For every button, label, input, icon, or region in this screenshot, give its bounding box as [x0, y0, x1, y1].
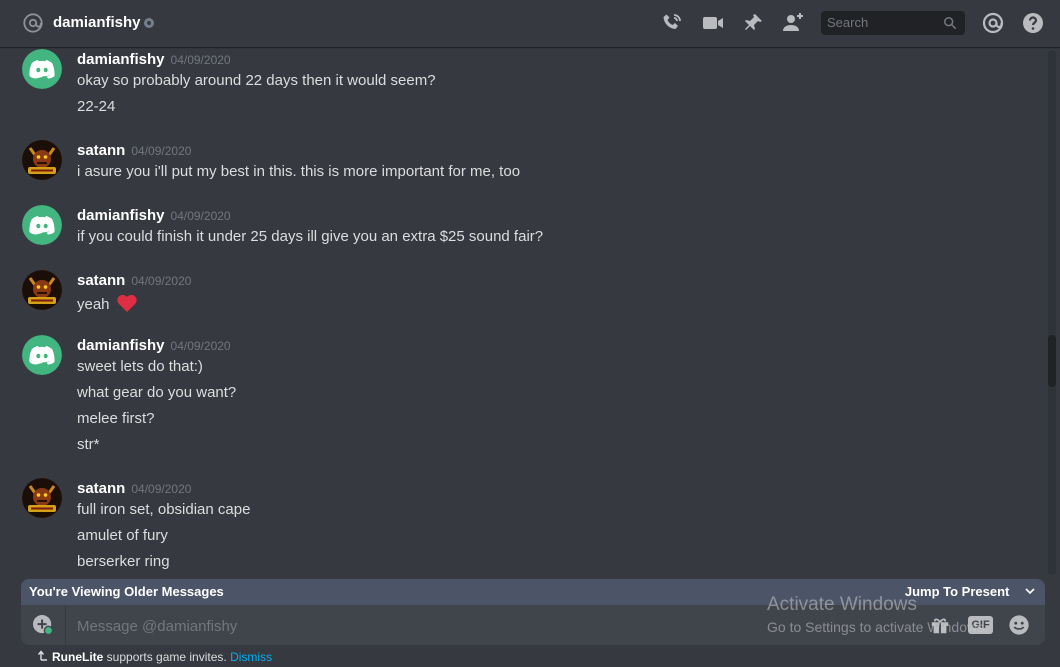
search-icon: [943, 16, 957, 30]
message-timestamp: 04/09/2020: [131, 144, 192, 158]
message-input[interactable]: [75, 605, 859, 647]
message-author[interactable]: damianfishy 04/09/2020: [77, 51, 231, 68]
channel-header: damianfishy Search: [0, 0, 1060, 47]
game-invite-notice: RuneLite supports game invites. Dismiss: [38, 650, 272, 664]
message-text: i asure you i'll put my best in this. th…: [77, 163, 521, 180]
discord-logo-avatar[interactable]: [22, 335, 62, 375]
discord-logo-avatar[interactable]: [22, 49, 62, 89]
emoji-picker-icon[interactable]: [1008, 614, 1030, 636]
composer-divider: [65, 605, 66, 645]
status-offline-icon: [144, 18, 154, 28]
help-icon[interactable]: [1021, 11, 1045, 35]
message-author[interactable]: damianfishy 04/09/2020: [77, 337, 231, 354]
message-text-row: yeah: [77, 293, 138, 313]
chevron-down-icon: [1025, 588, 1035, 595]
satann-avatar[interactable]: [22, 140, 62, 180]
message-text: berserker ring: [77, 553, 170, 570]
add-attachment-icon[interactable]: [33, 615, 53, 635]
jump-to-present-label[interactable]: Jump To Present: [905, 584, 1010, 599]
message-timestamp: 04/09/2020: [170, 339, 231, 353]
runelite-app-name: RuneLite: [52, 650, 104, 664]
message-text: okay so probably around 22 days then it …: [77, 72, 436, 89]
dm-username[interactable]: damianfishy: [53, 14, 141, 31]
video-call-icon[interactable]: [701, 11, 725, 35]
message-text: full iron set, obsidian cape: [77, 501, 251, 518]
message-text: sweet lets do that:): [77, 358, 203, 375]
message-text: if you could finish it under 25 days ill…: [77, 228, 544, 245]
at-icon: [23, 13, 43, 33]
satann-avatar[interactable]: [22, 270, 62, 310]
message-author[interactable]: damianfishy 04/09/2020: [77, 207, 231, 224]
game-invite-text: supports game invites.: [103, 650, 227, 664]
message-text: melee first?: [77, 410, 155, 427]
discord-logo-avatar[interactable]: [22, 205, 62, 245]
author-name[interactable]: satann: [77, 142, 125, 159]
message-author[interactable]: satann 04/09/2020: [77, 480, 191, 497]
message-text: yeah: [77, 296, 110, 313]
search-placeholder: Search: [827, 15, 869, 30]
author-name[interactable]: damianfishy: [77, 207, 165, 224]
message-author[interactable]: satann 04/09/2020: [77, 272, 191, 289]
message-author[interactable]: satann 04/09/2020: [77, 142, 191, 159]
message-timestamp: 04/09/2020: [131, 482, 192, 496]
search-box[interactable]: Search: [821, 11, 965, 35]
message-text: 22-24: [77, 98, 116, 115]
satann-avatar[interactable]: [22, 478, 62, 518]
activate-windows-subtitle: Go to Settings to activate Windows.: [767, 619, 988, 635]
message-timestamp: 04/09/2020: [131, 274, 192, 288]
scrollbar-track[interactable]: [1048, 50, 1056, 575]
older-messages-label: You're Viewing Older Messages: [29, 584, 224, 599]
jump-to-present-button[interactable]: Jump To Present: [905, 584, 1035, 599]
mentions-icon[interactable]: [981, 11, 1005, 35]
pin-icon[interactable]: [741, 11, 765, 35]
message-text: amulet of fury: [77, 527, 168, 544]
heart-emoji-icon: [117, 294, 137, 312]
author-name[interactable]: damianfishy: [77, 337, 165, 354]
message-timestamp: 04/09/2020: [170, 53, 231, 67]
message-timestamp: 04/09/2020: [170, 209, 231, 223]
arrow-up-icon: [38, 650, 47, 661]
voice-call-icon[interactable]: [660, 11, 684, 35]
dismiss-link[interactable]: Dismiss: [230, 650, 272, 664]
message-list: damianfishy 04/09/2020 okay so probably a…: [0, 47, 1046, 577]
message-text: str*: [77, 436, 100, 453]
author-name[interactable]: satann: [77, 480, 125, 497]
author-name[interactable]: satann: [77, 272, 125, 289]
activate-windows-title: Activate Windows: [767, 594, 917, 615]
message-text: what gear do you want?: [77, 384, 237, 401]
add-friend-icon[interactable]: [781, 11, 805, 35]
author-name[interactable]: damianfishy: [77, 51, 165, 68]
scrollbar-thumb[interactable]: [1048, 335, 1056, 387]
